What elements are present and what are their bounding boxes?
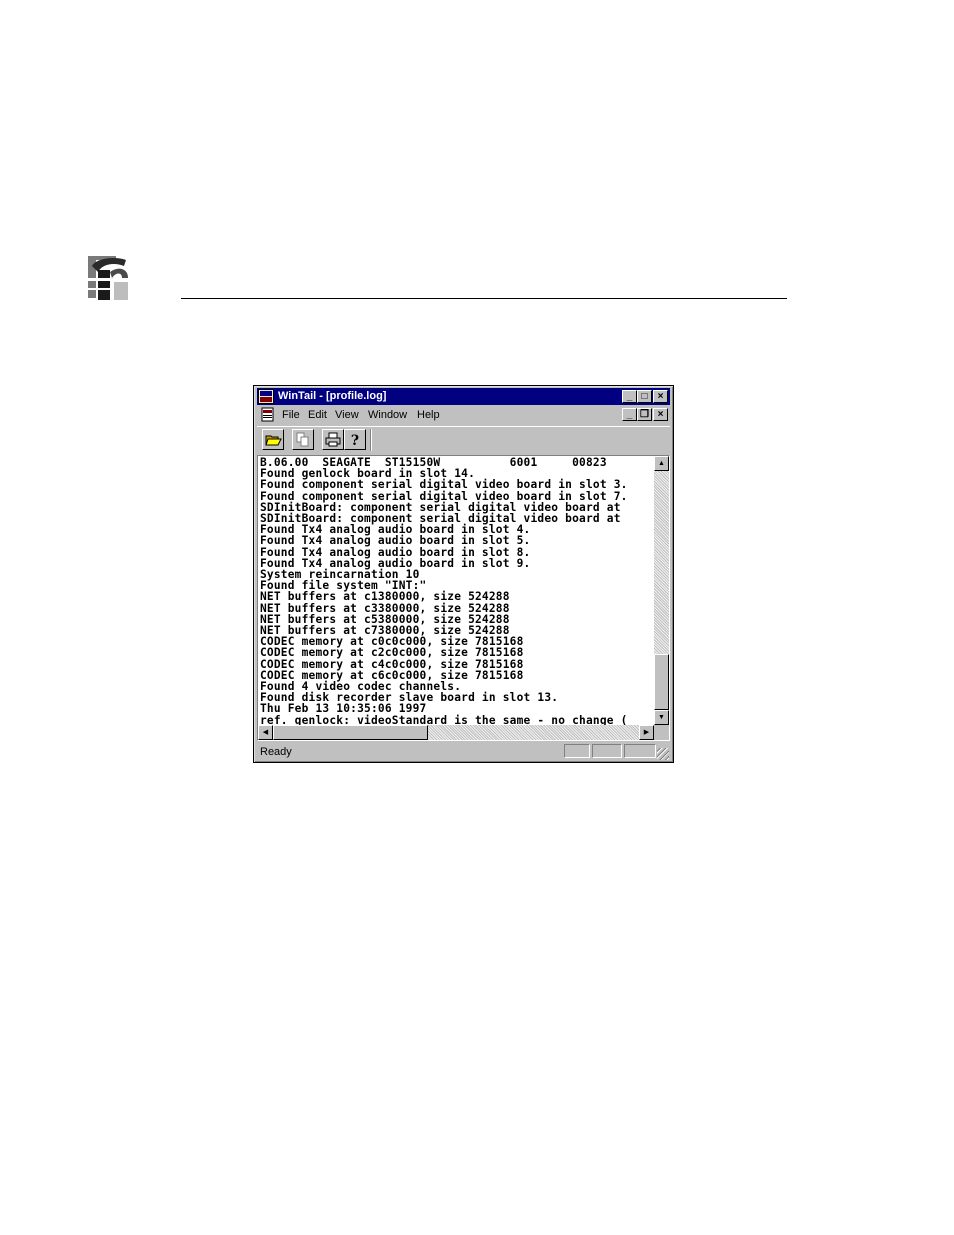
status-bar: Ready (257, 743, 670, 761)
mdi-minimize-button[interactable]: _ (622, 408, 637, 421)
wintail-app-icon (258, 389, 274, 404)
copy-icon (296, 432, 309, 447)
window-title: WinTail - [profile.log] (278, 390, 387, 402)
maximize-icon: □ (641, 391, 648, 402)
close-icon: × (657, 409, 664, 420)
resize-grip-icon[interactable] (657, 748, 669, 760)
log-line: CODEC memory at c2c0c000, size 7815168 (260, 646, 524, 660)
horizontal-scroll-thumb[interactable] (273, 725, 428, 740)
scroll-left-button[interactable]: ◀ (258, 725, 273, 740)
mdi-restore-button[interactable]: ❐ (637, 408, 652, 421)
minimize-icon: _ (626, 409, 633, 420)
menu-bar: File Edit View Window Help _ ❐ × (257, 406, 670, 424)
log-line: Thu Feb 13 10:35:06 1997 (260, 702, 427, 716)
vertical-scrollbar[interactable]: ▲ ▼ (654, 456, 669, 725)
help-icon: ? (351, 433, 359, 449)
copy-button[interactable] (292, 429, 314, 450)
document-icon[interactable] (260, 407, 276, 423)
menu-edit[interactable]: Edit (308, 409, 327, 421)
maximize-button[interactable]: □ (637, 390, 652, 403)
log-line: Found component serial digital video boa… (260, 478, 628, 492)
mdi-close-button[interactable]: × (653, 408, 668, 421)
open-button[interactable] (262, 429, 284, 450)
status-pane (624, 744, 656, 758)
close-button[interactable]: × (653, 390, 668, 403)
print-icon (325, 432, 341, 447)
menu-file[interactable]: File (282, 409, 300, 421)
publisher-logo-icon (86, 252, 130, 302)
log-line: NET buffers at c1380000, size 524288 (260, 590, 510, 604)
scroll-up-button[interactable]: ▲ (654, 456, 669, 471)
restore-icon: ❐ (640, 409, 649, 420)
title-bar[interactable]: WinTail - [profile.log] _ □ × (257, 388, 670, 405)
svg-text:?: ? (351, 433, 359, 449)
wintail-window: WinTail - [profile.log] _ □ × File Edit … (253, 385, 674, 763)
menu-help[interactable]: Help (417, 409, 440, 421)
minimize-icon: _ (626, 391, 633, 402)
toolbar: ? (257, 426, 670, 456)
toolbar-separator (370, 429, 372, 451)
vertical-scroll-thumb[interactable] (654, 654, 669, 710)
log-view: B.06.00 SEAGATE ST15150W 6001 00823 Found… (257, 455, 670, 741)
open-folder-icon (265, 435, 282, 446)
scroll-down-button[interactable]: ▼ (654, 710, 669, 725)
horizontal-scrollbar[interactable]: ◀ ▶ (258, 725, 654, 740)
status-text: Ready (260, 746, 292, 758)
header-rule (181, 298, 787, 299)
close-icon: × (657, 391, 664, 402)
scroll-right-button[interactable]: ▶ (639, 725, 654, 740)
status-pane (592, 744, 622, 758)
scrollbar-corner (654, 725, 669, 740)
menu-view[interactable]: View (335, 409, 359, 421)
help-button[interactable]: ? (344, 429, 366, 450)
log-line: Found Tx4 analog audio board in slot 5. (260, 534, 531, 548)
status-pane (564, 744, 590, 758)
print-button[interactable] (322, 429, 344, 450)
log-text-area[interactable]: B.06.00 SEAGATE ST15150W 6001 00823 Found… (258, 456, 654, 725)
log-line: ref. genlock: videoStandard is the same … (260, 713, 628, 725)
minimize-button[interactable]: _ (622, 390, 637, 403)
menu-window[interactable]: Window (368, 409, 407, 421)
